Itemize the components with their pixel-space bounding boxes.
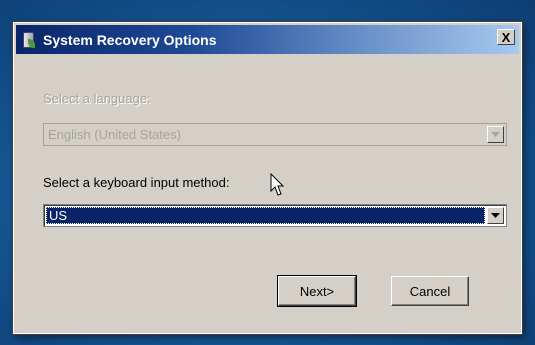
language-select: English (United States)	[43, 123, 507, 146]
dialog-title: System Recovery Options	[43, 31, 217, 48]
keyboard-label: Select a keyboard input method:	[43, 175, 230, 190]
title-bar[interactable]: System Recovery Options	[16, 25, 519, 54]
next-button[interactable]: Next>	[277, 275, 357, 307]
mouse-pointer-icon	[270, 173, 284, 196]
language-select-value: English (United States)	[48, 127, 181, 142]
language-dropdown-button	[487, 126, 504, 143]
keyboard-select-value[interactable]: US	[46, 207, 485, 224]
language-label: Select a language:	[43, 91, 151, 106]
system-recovery-dialog: System Recovery Options X Select a langu…	[13, 22, 522, 334]
keyboard-dropdown-button[interactable]	[487, 207, 504, 224]
close-icon: X	[501, 29, 511, 45]
close-button[interactable]: X	[497, 29, 515, 45]
chevron-down-icon	[491, 132, 500, 137]
recovery-computer-icon	[23, 31, 37, 49]
keyboard-select[interactable]: US	[43, 204, 507, 227]
cancel-button[interactable]: Cancel	[391, 276, 469, 306]
chevron-down-icon	[491, 213, 500, 218]
